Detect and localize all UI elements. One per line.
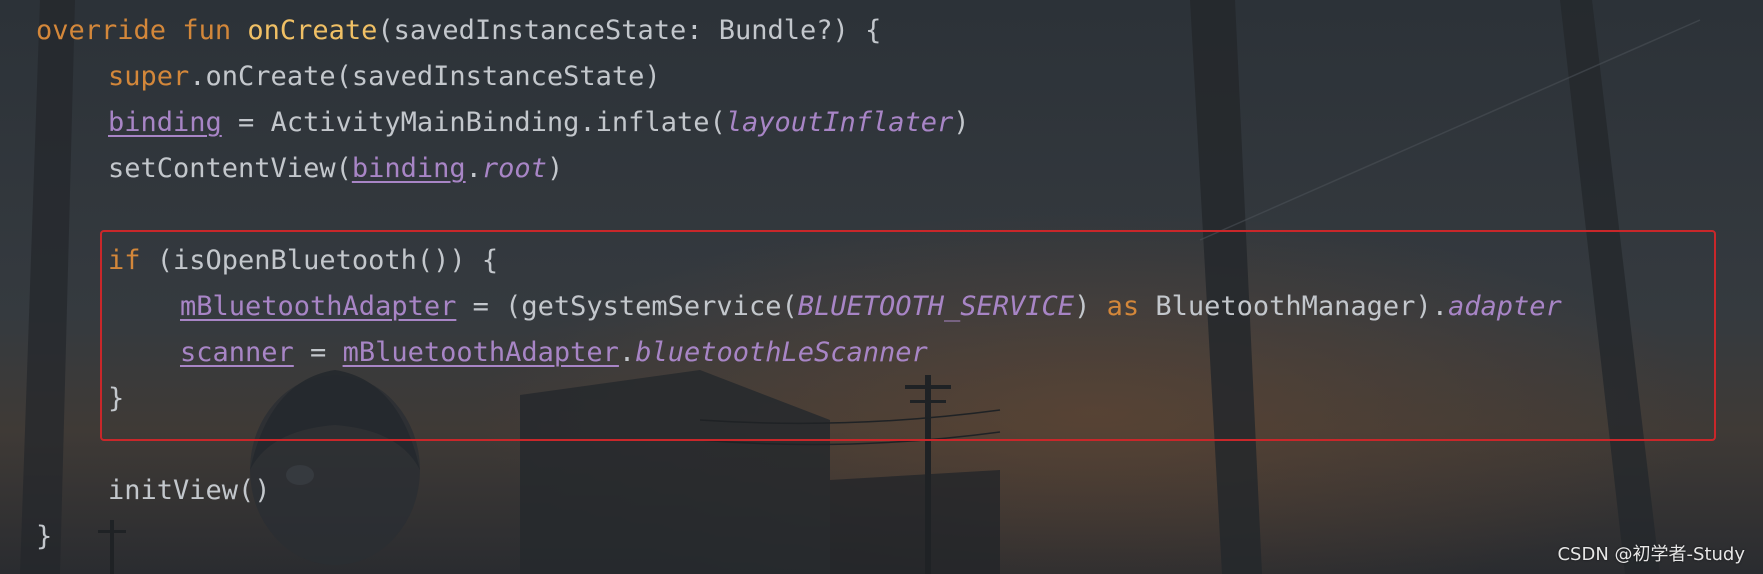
paren-close: ) bbox=[546, 153, 564, 184]
code-line-1: override fun onCreate(savedInstanceState… bbox=[36, 8, 1756, 54]
code-line-3: binding = ActivityMainBinding.inflate(la… bbox=[36, 100, 1756, 146]
code-line-4: setContentView(binding.root) bbox=[36, 146, 1756, 192]
keyword-super: super bbox=[108, 61, 190, 92]
watermark: CSDN @初学者-Study bbox=[1557, 544, 1745, 565]
keyword-fun: fun bbox=[182, 15, 232, 46]
layout-inflater-ref: layoutInflater bbox=[725, 107, 954, 138]
code-line-2: super.onCreate(savedInstanceState) bbox=[36, 54, 1756, 100]
highlight-box bbox=[100, 230, 1716, 441]
paren-close: ) bbox=[953, 107, 970, 138]
property-binding: binding bbox=[108, 107, 222, 138]
code-line-11: initView() bbox=[36, 468, 1756, 514]
function-signature: (savedInstanceState: Bundle?) { bbox=[377, 15, 882, 46]
super-call: .onCreate(savedInstanceState) bbox=[189, 61, 661, 92]
dot: . bbox=[465, 153, 482, 184]
closing-brace: } bbox=[36, 521, 53, 552]
code-line-12: } bbox=[36, 514, 1756, 560]
init-view-call: initView() bbox=[108, 475, 271, 506]
property-binding: binding bbox=[351, 153, 466, 184]
function-name: onCreate bbox=[247, 15, 378, 46]
set-content-view-call: setContentView( bbox=[108, 153, 352, 184]
keyword-override: override bbox=[36, 15, 167, 46]
inflate-call: = ActivityMainBinding.inflate( bbox=[221, 107, 726, 138]
root-ref: root bbox=[481, 153, 547, 184]
